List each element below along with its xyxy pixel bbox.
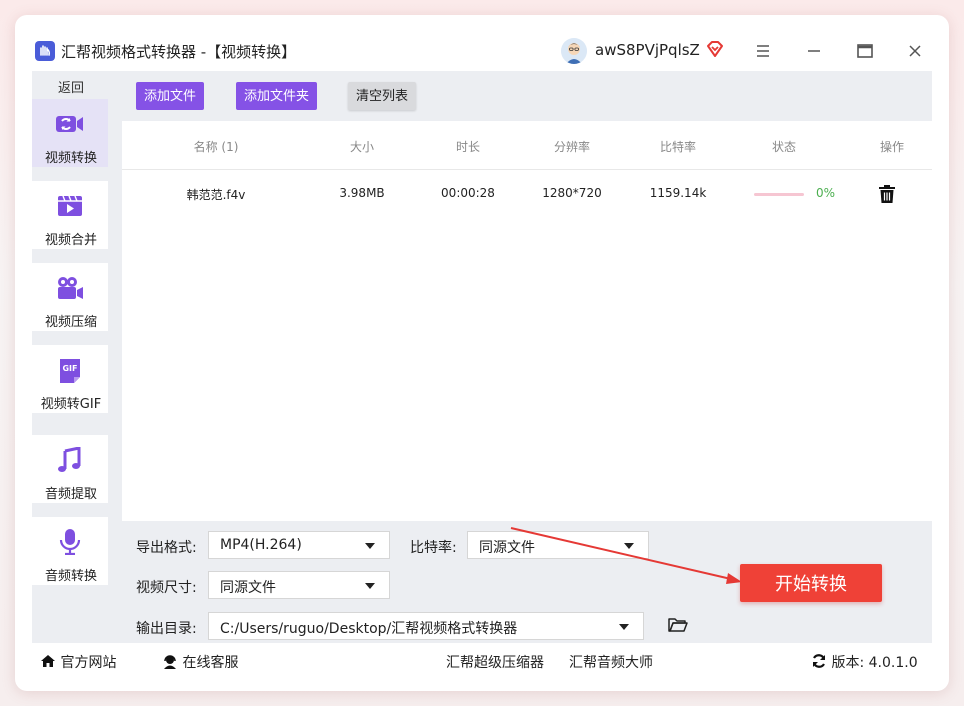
online-support-label: 在线客服 [182, 655, 239, 671]
output-dir-value: C:/Users/ruguo/Desktop/汇帮视频格式转换器 [220, 621, 518, 637]
back-link[interactable]: 返回 [32, 77, 110, 96]
output-dir-select[interactable]: C:/Users/ruguo/Desktop/汇帮视频格式转换器 [208, 612, 644, 640]
column-header-actions[interactable]: 操作 [862, 138, 922, 155]
vip-diamond-icon[interactable] [705, 39, 725, 63]
add-folder-button[interactable]: 添加文件夹 [236, 82, 318, 110]
music-note-icon [56, 446, 84, 473]
size-select[interactable]: 同源文件 [208, 571, 390, 599]
official-website-link[interactable]: 官方网站 [40, 652, 116, 672]
online-support-link[interactable]: 在线客服 [162, 652, 238, 672]
bitrate-value: 同源文件 [479, 540, 535, 556]
delete-icon[interactable] [878, 184, 896, 208]
microphone-icon [56, 529, 84, 556]
maximize-icon[interactable] [855, 41, 875, 61]
sidebar-item-audio-convert[interactable]: 音频转换 [32, 517, 108, 585]
video-merge-icon [56, 193, 84, 219]
version-info[interactable]: 版本: 4.0.1.0 [811, 652, 918, 672]
chevron-down-icon [365, 583, 375, 589]
bitrate-label: 比特率: [410, 540, 457, 556]
progress-percent: 0% [816, 186, 836, 200]
toolbar: 添加文件 添加文件夹 清空列表 [122, 71, 932, 121]
column-header-name[interactable]: 名称 (1) [166, 138, 266, 155]
sidebar-item-video-convert[interactable]: 视频转换 [32, 99, 108, 167]
sidebar-item-label: 音频提取 [44, 487, 97, 502]
file-resolution: 1280*720 [542, 186, 602, 200]
sidebar: 返回 视频转换 视频合并 视频压缩 GIF 视频转GIF 音频提取 音频转换 [32, 71, 122, 643]
sidebar-item-label: 视频转换 [44, 151, 97, 166]
start-convert-button[interactable]: 开始转换 [740, 564, 882, 602]
progress-bar [754, 193, 804, 196]
footer: 官方网站 在线客服 汇帮超级压缩器 汇帮音频大师 版本: 4.0.1.0 [32, 643, 932, 679]
chevron-down-icon [624, 543, 634, 549]
chevron-down-icon [365, 543, 375, 549]
audio-master-link[interactable]: 汇帮音频大师 [569, 652, 653, 672]
column-header-duration[interactable]: 时长 [428, 138, 508, 155]
refresh-icon [811, 654, 831, 671]
app-window: 汇帮视频格式转换器 -【视频转换】 awS8PVjPqlsZ 返回 视频转换 视… [15, 15, 949, 691]
column-header-resolution[interactable]: 分辨率 [532, 138, 612, 155]
svg-text:GIF: GIF [62, 364, 77, 373]
file-name: 韩范范.f4v [186, 188, 246, 202]
file-duration: 00:00:28 [441, 186, 495, 200]
bitrate-select[interactable]: 同源文件 [467, 531, 649, 559]
chevron-down-icon [619, 624, 629, 630]
minimize-icon[interactable] [804, 41, 824, 61]
official-website-label: 官方网站 [60, 655, 117, 671]
output-label: 输出目录: [136, 621, 197, 637]
table-header: 名称 (1) 大小 时长 分辨率 比特率 状态 操作 [122, 121, 932, 170]
user-avatar[interactable] [561, 38, 587, 64]
close-icon[interactable] [905, 41, 925, 61]
format-label: 导出格式: [136, 540, 197, 556]
sidebar-item-video-compress[interactable]: 视频压缩 [32, 263, 108, 331]
sidebar-item-label: 音频转换 [44, 569, 97, 584]
format-value: MP4(H.264) [220, 537, 302, 553]
headset-icon [162, 655, 182, 671]
sidebar-item-video-merge[interactable]: 视频合并 [32, 181, 108, 249]
video-convert-icon [56, 111, 84, 137]
column-header-bitrate[interactable]: 比特率 [638, 138, 718, 155]
app-logo-icon [35, 41, 55, 61]
add-file-button[interactable]: 添加文件 [136, 82, 205, 110]
clear-list-button[interactable]: 清空列表 [348, 82, 417, 110]
sidebar-item-audio-extract[interactable]: 音频提取 [32, 435, 108, 503]
file-size: 3.98MB [339, 186, 385, 200]
size-value: 同源文件 [220, 580, 276, 596]
sidebar-item-label: 视频转GIF [40, 397, 102, 412]
version-label: 版本: 4.0.1.0 [831, 655, 918, 671]
column-header-status[interactable]: 状态 [744, 138, 824, 155]
title-bar: 汇帮视频格式转换器 -【视频转换】 awS8PVjPqlsZ [15, 15, 949, 71]
menu-icon[interactable] [753, 41, 773, 61]
size-label: 视频尺寸: [136, 580, 197, 596]
compressor-link[interactable]: 汇帮超级压缩器 [446, 652, 544, 672]
window-title: 汇帮视频格式转换器 -【视频转换】 [61, 43, 297, 61]
sidebar-item-video-gif[interactable]: GIF 视频转GIF [32, 345, 108, 413]
sidebar-item-label: 视频压缩 [44, 315, 97, 330]
format-select[interactable]: MP4(H.264) [208, 531, 390, 559]
sidebar-item-label: 视频合并 [44, 233, 97, 248]
home-icon [40, 655, 60, 671]
video-compress-icon [56, 275, 84, 301]
file-table: 名称 (1) 大小 时长 分辨率 比特率 状态 操作 韩范范.f4v 3.98M… [122, 121, 932, 521]
column-header-size[interactable]: 大小 [322, 138, 402, 155]
folder-open-icon[interactable] [668, 617, 688, 637]
gif-icon: GIF [56, 357, 84, 383]
file-bitrate: 1159.14k [649, 186, 707, 200]
table-row[interactable]: 韩范范.f4v 3.98MB 00:00:28 1280*720 1159.14… [122, 170, 932, 218]
username[interactable]: awS8PVjPqlsZ [595, 41, 700, 59]
